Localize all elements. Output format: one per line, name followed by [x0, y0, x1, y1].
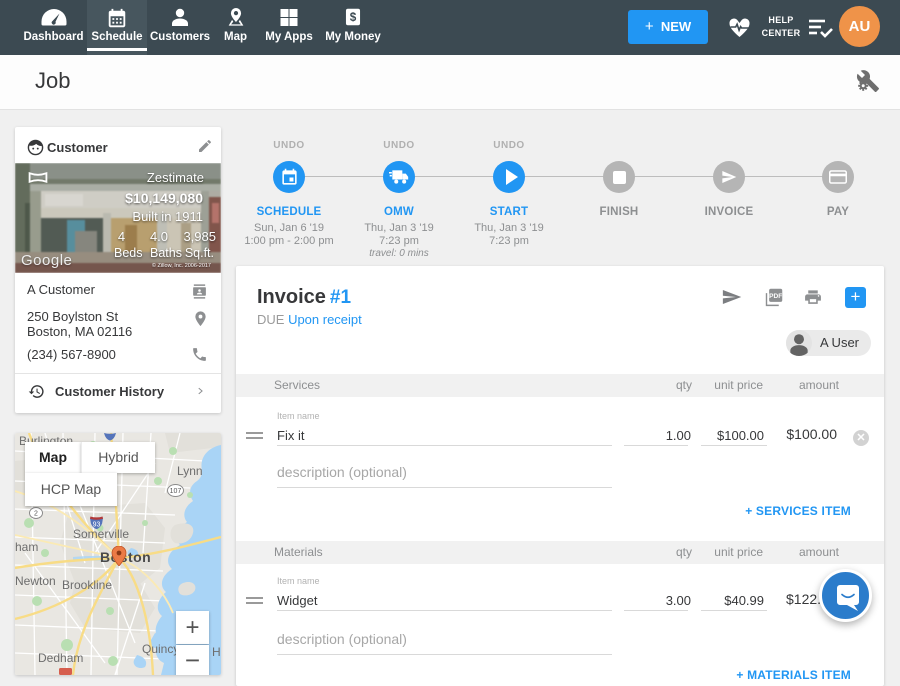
svg-text:PDF: PDF	[769, 293, 782, 300]
svg-text:93: 93	[93, 522, 101, 529]
svg-text:2: 2	[34, 511, 38, 518]
svg-text:107: 107	[170, 488, 182, 495]
svg-text:$: $	[350, 11, 357, 24]
